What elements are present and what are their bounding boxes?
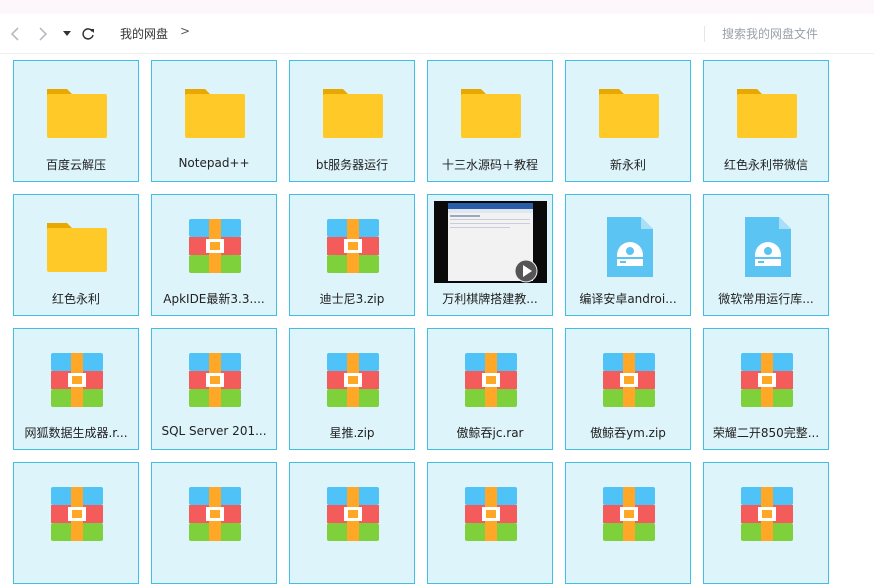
archive-icon — [327, 487, 379, 541]
archive-icon — [327, 353, 379, 407]
file-name: 傲鲸吞jc.rar — [456, 426, 524, 440]
breadcrumb-separator: > — [180, 24, 191, 38]
archive-icon — [189, 487, 241, 541]
archive-icon — [51, 487, 103, 541]
chevron-left-icon — [10, 27, 19, 41]
file-name: 微软常用运行库... — [718, 292, 814, 306]
breadcrumb-root[interactable]: 我的网盘 — [120, 25, 168, 42]
file-tile[interactable]: SQL Server 201... — [151, 328, 277, 450]
file-name: 万利棋牌搭建教... — [442, 292, 538, 306]
file-tile[interactable]: 傲鲸吞ym.zip — [565, 328, 691, 450]
archive-icon — [189, 353, 241, 407]
file-name: SQL Server 201... — [161, 424, 267, 438]
file-name: 红色永利带微信 — [723, 158, 808, 172]
file-tile[interactable]: 百度云解压 — [13, 60, 139, 182]
disc-image-icon — [745, 217, 791, 277]
archive-icon — [741, 487, 793, 541]
archive-icon — [51, 353, 103, 407]
file-tile[interactable]: 万利棋牌搭建教... — [427, 194, 553, 316]
archive-icon — [603, 353, 655, 407]
caret-down-icon — [63, 31, 71, 36]
file-tile[interactable]: 红色永利 — [13, 194, 139, 316]
file-tile[interactable] — [289, 462, 415, 584]
file-name: 编译安卓androi... — [579, 292, 677, 306]
file-tile[interactable]: 编译安卓androi... — [565, 194, 691, 316]
file-tile[interactable] — [151, 462, 277, 584]
file-name: Notepad++ — [178, 156, 250, 170]
chevron-right-icon — [39, 27, 48, 41]
file-tile[interactable] — [427, 462, 553, 584]
folder-icon — [599, 89, 659, 138]
file-tile[interactable]: 十三水源码＋教程 — [427, 60, 553, 182]
file-name: 新永利 — [609, 158, 646, 172]
file-tile[interactable] — [13, 462, 139, 584]
file-name: 红色永利 — [51, 292, 100, 306]
file-name: bt服务器运行 — [315, 158, 389, 172]
file-tile[interactable]: 星推.zip — [289, 328, 415, 450]
archive-icon — [327, 219, 379, 273]
file-tile[interactable]: ApkIDE最新3.3.... — [151, 194, 277, 316]
toolbar-divider — [704, 26, 705, 42]
window-top-strip — [0, 0, 874, 14]
file-tile[interactable]: 迪士尼3.zip — [289, 194, 415, 316]
file-tile[interactable] — [565, 462, 691, 584]
file-tile[interactable] — [703, 462, 829, 584]
folder-icon — [461, 89, 521, 138]
file-tile[interactable]: 新永利 — [565, 60, 691, 182]
refresh-button[interactable] — [79, 24, 97, 44]
forward-button[interactable] — [34, 24, 52, 44]
folder-icon — [47, 89, 107, 138]
file-tile[interactable]: 傲鲸吞jc.rar — [427, 328, 553, 450]
folder-icon — [323, 89, 383, 138]
file-tile[interactable]: Notepad++ — [151, 60, 277, 182]
file-tile[interactable]: 网狐数据生成器.r... — [13, 328, 139, 450]
file-tile[interactable]: 荣耀二开850完整... — [703, 328, 829, 450]
file-tile[interactable]: bt服务器运行 — [289, 60, 415, 182]
file-name: ApkIDE最新3.3.... — [163, 292, 265, 306]
folder-icon — [47, 223, 107, 272]
archive-icon — [465, 487, 517, 541]
archive-icon — [189, 219, 241, 273]
archive-icon — [603, 487, 655, 541]
file-name: 十三水源码＋教程 — [441, 158, 538, 172]
back-button[interactable] — [6, 24, 24, 44]
file-name: 傲鲸吞ym.zip — [590, 426, 666, 440]
archive-icon — [741, 353, 793, 407]
history-dropdown-button[interactable] — [58, 24, 76, 44]
archive-icon — [465, 353, 517, 407]
video-thumbnail — [434, 201, 547, 283]
file-name: 迪士尼3.zip — [319, 292, 385, 306]
folder-icon — [185, 89, 245, 138]
file-name: 荣耀二开850完整... — [712, 426, 820, 440]
disc-image-icon — [607, 217, 653, 277]
file-tile[interactable]: 微软常用运行库... — [703, 194, 829, 316]
file-name: 网狐数据生成器.r... — [24, 426, 128, 440]
folder-icon — [737, 89, 797, 138]
search-input[interactable] — [712, 22, 870, 46]
file-tile[interactable]: 红色永利带微信 — [703, 60, 829, 182]
refresh-icon — [82, 28, 94, 40]
toolbar: 我的网盘 > — [0, 14, 874, 54]
file-name: 百度云解压 — [45, 158, 106, 172]
file-name: 星推.zip — [329, 426, 375, 440]
